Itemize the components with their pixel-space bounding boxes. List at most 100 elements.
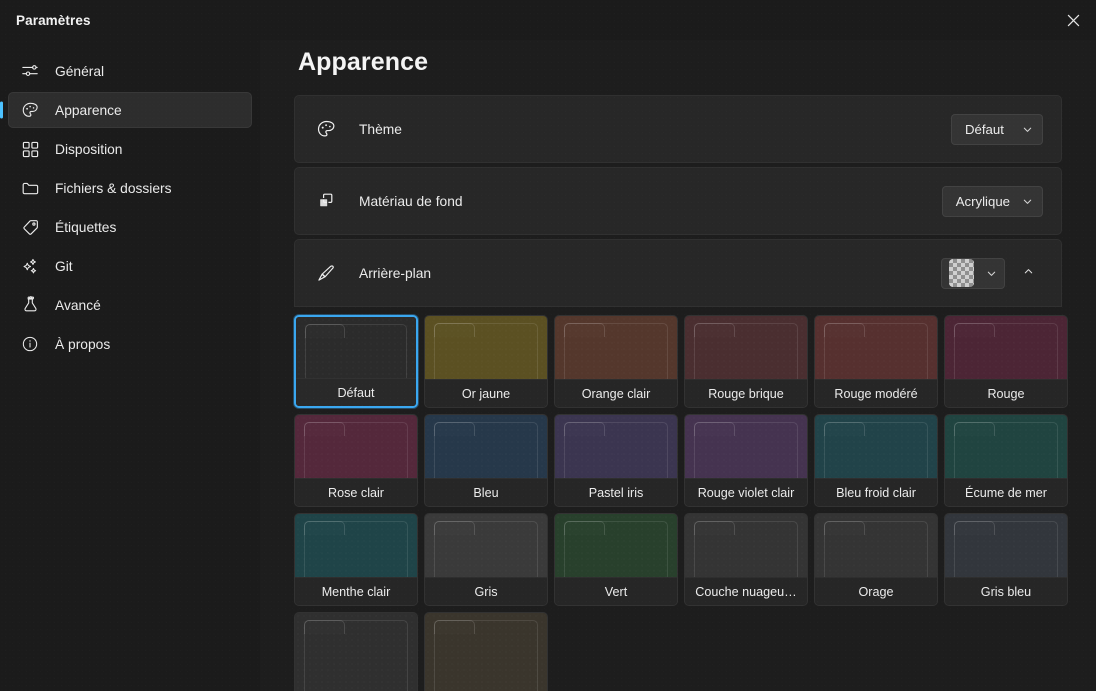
folder-icon [434,323,538,379]
folder-icon [304,422,408,478]
sidebar-item-disposition[interactable]: Disposition [8,131,252,167]
background-swatch-preview [425,514,547,577]
folder-icon [954,422,1058,478]
background-swatch-preview [295,613,417,691]
sidebar-item-label: Disposition [55,141,123,157]
sidebar-item-a-propos[interactable]: À propos [8,326,252,362]
setting-row-theme: Thème Défaut [294,95,1062,163]
background-swatch[interactable]: Rouge [944,315,1068,408]
background-swatch-preview [555,316,677,379]
background-swatch-preview [945,514,1067,577]
settings-list: Thème Défaut Matériau de fond Acrylique … [260,77,1096,691]
background-swatch[interactable] [294,612,418,691]
folder-icon [954,521,1058,577]
sidebar-item-avance[interactable]: Avancé [8,287,252,323]
background-swatch-label: Gris bleu [945,577,1067,605]
background-swatch[interactable]: Vert [554,513,678,606]
content-pane: Apparence Thème Défaut Matériau de fond … [260,40,1096,691]
background-swatch-label: Rouge brique [685,379,807,407]
background-swatch-preview [945,415,1067,478]
background-swatch[interactable]: Menthe clair [294,513,418,606]
background-swatch-label: Or jaune [425,379,547,407]
background-swatch[interactable]: Défaut [294,315,418,408]
brush-icon [315,262,337,284]
setting-row-material: Matériau de fond Acrylique [294,167,1062,235]
folder-icon [564,521,668,577]
window-title: Paramètres [16,12,91,28]
background-swatch-preview [685,415,807,478]
theme-dropdown[interactable]: Défaut [951,113,1043,145]
background-swatch-preview [815,316,937,379]
background-swatch-label: Défaut [296,378,416,406]
background-swatch[interactable]: Rouge modéré [814,315,938,408]
background-swatch-grid: Défaut Or jaune Orange clair Rouge brique Ro… [294,315,1068,691]
close-icon [1067,14,1080,27]
background-swatch-label: Menthe clair [295,577,417,605]
background-swatch[interactable]: Pastel iris [554,414,678,507]
background-swatch-preview [295,514,417,577]
layers-icon [315,190,337,212]
background-swatch-preview [555,415,677,478]
close-button[interactable] [1050,0,1096,40]
background-swatch[interactable] [424,612,548,691]
setting-label: Matériau de fond [359,193,463,209]
background-swatch-label: Bleu [425,478,547,506]
background-swatch-label: Vert [555,577,677,605]
background-swatch[interactable]: Bleu froid clair [814,414,938,507]
folder-icon [824,422,928,478]
folder-icon [564,422,668,478]
background-swatch[interactable]: Gris bleu [944,513,1068,606]
background-swatch[interactable]: Rose clair [294,414,418,507]
material-dropdown[interactable]: Acrylique [941,185,1043,217]
background-swatch-dropdown[interactable] [941,257,1005,289]
sidebar-item-etiquettes[interactable]: Étiquettes [8,209,252,245]
sidebar-item-label: Git [55,258,73,274]
folder-icon [564,323,668,379]
background-swatch[interactable]: Écume de mer [944,414,1068,507]
background-swatch-preview [425,415,547,478]
folder-icon [824,521,928,577]
background-swatch-preview [295,415,417,478]
material-dropdown-value: Acrylique [955,193,1010,209]
background-swatch[interactable]: Orage [814,513,938,606]
background-swatch-label: Orange clair [555,379,677,407]
sidebar-item-apparence[interactable]: Apparence [8,92,252,128]
folder-icon [434,620,538,691]
background-swatch[interactable]: Rouge violet clair [684,414,808,507]
theme-dropdown-value: Défaut [965,121,1004,137]
palette-icon [20,100,40,120]
transparent-swatch-icon [949,259,974,287]
background-swatch-label: Rouge violet clair [685,478,807,506]
folder-icon [305,324,407,378]
chevron-down-icon [1022,124,1033,135]
sidebar-item-general[interactable]: Général [8,53,252,89]
chevron-down-icon [1022,196,1033,207]
chevron-up-icon [1023,264,1034,282]
background-swatch-preview [425,613,547,691]
tag-icon [20,217,40,237]
background-swatch[interactable]: Orange clair [554,315,678,408]
page-title: Apparence [298,48,429,76]
background-collapse-button[interactable] [1013,258,1043,288]
title-bar: Paramètres [0,0,1096,40]
sidebar: Général Apparence Disposition Fichiers &… [0,40,260,691]
background-swatch[interactable]: Bleu [424,414,548,507]
sidebar-item-git[interactable]: Git [8,248,252,284]
background-swatch[interactable]: Or jaune [424,315,548,408]
sparkle-icon [20,256,40,276]
folder-icon [824,323,928,379]
background-swatch[interactable]: Rouge brique [684,315,808,408]
grid-icon [20,139,40,159]
background-swatch-preview [296,317,416,378]
sidebar-item-fichiers-dossiers[interactable]: Fichiers & dossiers [8,170,252,206]
background-swatch[interactable]: Couche nuageu… [684,513,808,606]
background-swatch-preview [815,415,937,478]
sidebar-item-label: Fichiers & dossiers [55,180,172,196]
background-swatch[interactable]: Gris [424,513,548,606]
setting-label: Thème [359,121,402,137]
folder-icon [304,620,408,691]
background-swatch-label: Couche nuageu… [685,577,807,605]
background-swatch-label: Orage [815,577,937,605]
folder-icon [694,323,798,379]
folder-icon [694,422,798,478]
